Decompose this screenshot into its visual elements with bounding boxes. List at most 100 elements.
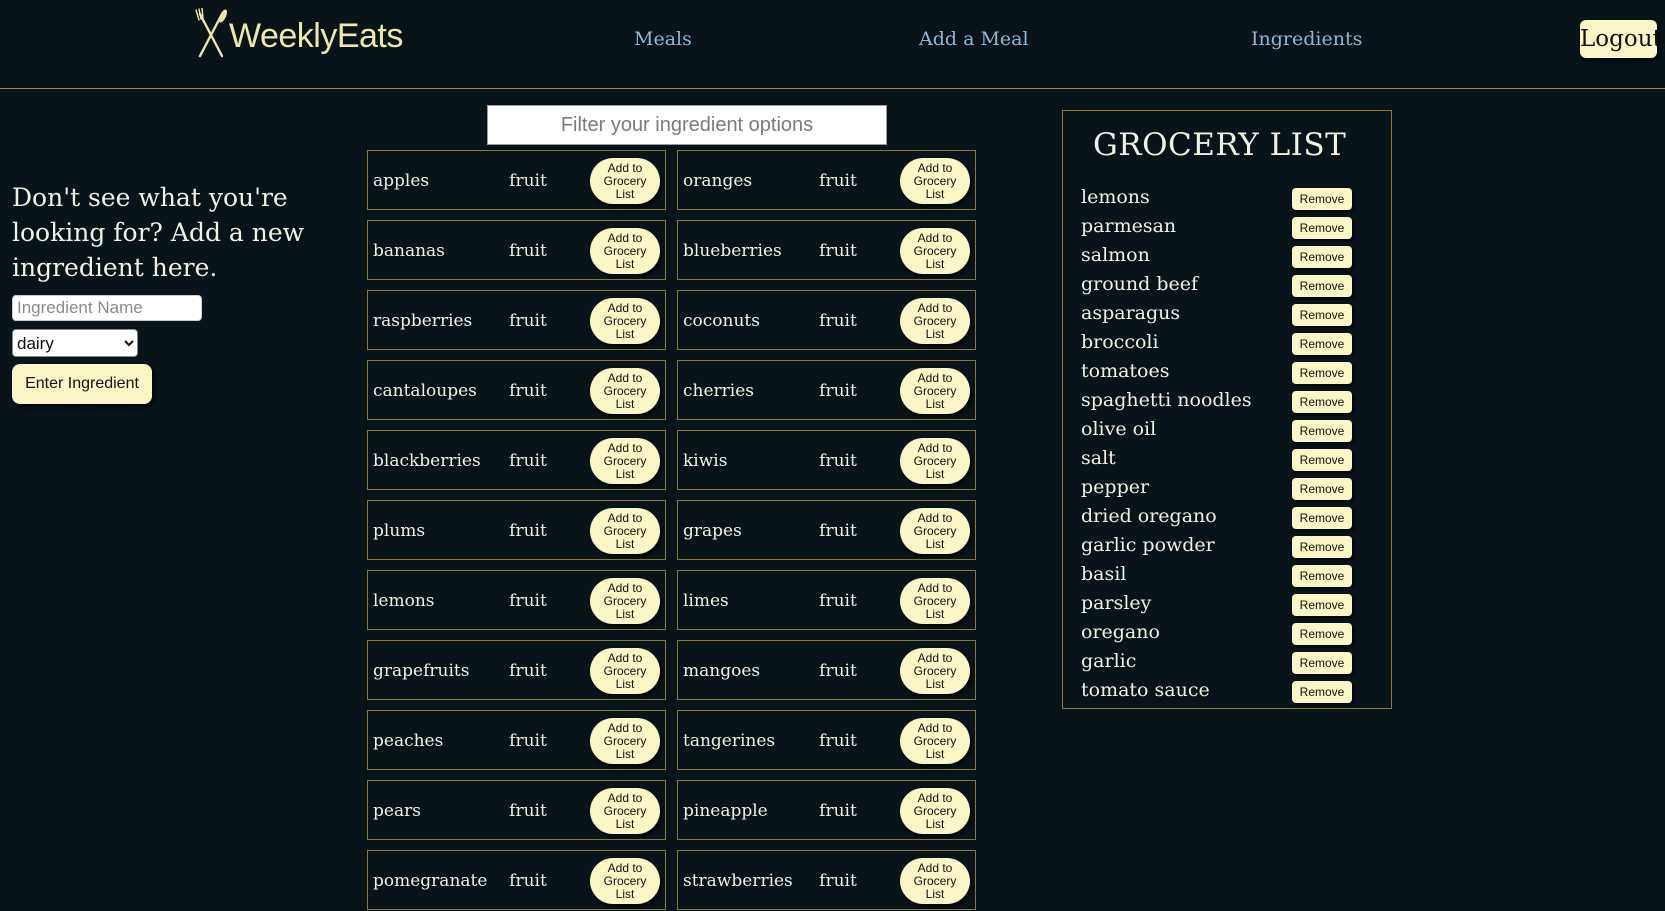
grocery-item-name: ground beef [1081, 273, 1199, 295]
ingredient-category: fruit [819, 591, 857, 611]
grocery-item-name: tomato sauce [1081, 679, 1210, 701]
grocery-item-name: oregano [1081, 621, 1160, 643]
remove-item-button[interactable]: Remove [1292, 304, 1352, 326]
remove-item-button[interactable]: Remove [1292, 275, 1352, 297]
ingredient-name: mangoes [683, 661, 761, 681]
ingredient-card: cantaloupes fruit Add to Grocery List [367, 360, 666, 420]
grocery-item-name: broccoli [1081, 331, 1159, 353]
add-to-grocery-list-button[interactable]: Add to Grocery List [900, 158, 970, 204]
add-to-grocery-list-button[interactable]: Add to Grocery List [590, 228, 660, 274]
add-to-grocery-list-button[interactable]: Add to Grocery List [590, 788, 660, 834]
add-ingredient-form: Don't see what you're looking for? Add a… [12, 180, 312, 404]
ingredient-category: fruit [819, 241, 857, 261]
ingredient-category: fruit [509, 661, 547, 681]
remove-item-button[interactable]: Remove [1292, 333, 1352, 355]
add-to-grocery-list-button[interactable]: Add to Grocery List [900, 508, 970, 554]
ingredient-category: fruit [819, 801, 857, 821]
ingredient-name-input[interactable] [12, 295, 202, 321]
remove-item-button[interactable]: Remove [1292, 652, 1352, 674]
add-to-grocery-list-button[interactable]: Add to Grocery List [590, 158, 660, 204]
remove-item-button[interactable]: Remove [1292, 362, 1352, 384]
ingredient-category: fruit [819, 871, 857, 891]
ingredient-name: lemons [373, 591, 435, 611]
remove-item-button[interactable]: Remove [1292, 681, 1352, 703]
ingredient-name: blackberries [373, 451, 481, 471]
ingredient-name: plums [373, 521, 426, 541]
ingredient-name: pineapple [683, 801, 768, 821]
add-to-grocery-list-button[interactable]: Add to Grocery List [900, 228, 970, 274]
ingredient-filter-input[interactable] [487, 105, 887, 145]
ingredient-name: apples [373, 171, 430, 191]
ingredient-category: fruit [509, 241, 547, 261]
add-to-grocery-list-button[interactable]: Add to Grocery List [590, 298, 660, 344]
ingredient-card: strawberries fruit Add to Grocery List [677, 850, 976, 910]
ingredient-name: oranges [683, 171, 753, 191]
grocery-list-item: garlic powder Remove [1081, 533, 1371, 562]
grocery-item-name: parsley [1081, 592, 1152, 614]
ingredient-category: fruit [819, 661, 857, 681]
add-to-grocery-list-button[interactable]: Add to Grocery List [590, 578, 660, 624]
add-to-grocery-list-button[interactable]: Add to Grocery List [590, 438, 660, 484]
add-to-grocery-list-button[interactable]: Add to Grocery List [590, 368, 660, 414]
remove-item-button[interactable]: Remove [1292, 536, 1352, 558]
grocery-item-name: tomatoes [1081, 360, 1170, 382]
grocery-list-item: tomato sauce Remove [1081, 678, 1371, 707]
ingredient-card: oranges fruit Add to Grocery List [677, 150, 976, 210]
ingredient-name: coconuts [683, 311, 760, 331]
add-to-grocery-list-button[interactable]: Add to Grocery List [900, 858, 970, 904]
fork-knife-icon [194, 7, 228, 64]
remove-item-button[interactable]: Remove [1292, 594, 1352, 616]
ingredient-card: pomegranate fruit Add to Grocery List [367, 850, 666, 910]
add-to-grocery-list-button[interactable]: Add to Grocery List [590, 858, 660, 904]
remove-item-button[interactable]: Remove [1292, 188, 1352, 210]
remove-item-button[interactable]: Remove [1292, 623, 1352, 645]
add-to-grocery-list-button[interactable]: Add to Grocery List [900, 438, 970, 484]
top-nav-bar: WeeklyEats Meals Add a Meal Ingredients … [0, 0, 1665, 89]
remove-item-button[interactable]: Remove [1292, 449, 1352, 471]
ingredient-card: grapefruits fruit Add to Grocery List [367, 640, 666, 700]
grocery-item-name: parmesan [1081, 215, 1177, 237]
enter-ingredient-button[interactable]: Enter Ingredient [12, 364, 152, 404]
ingredient-card: apples fruit Add to Grocery List [367, 150, 666, 210]
ingredient-category: fruit [509, 871, 547, 891]
add-to-grocery-list-button[interactable]: Add to Grocery List [590, 508, 660, 554]
ingredient-name: limes [683, 591, 729, 611]
ingredient-category: fruit [509, 381, 547, 401]
logo-text: WeeklyEats [229, 16, 403, 55]
ingredient-name: pears [373, 801, 421, 821]
add-to-grocery-list-button[interactable]: Add to Grocery List [900, 298, 970, 344]
remove-item-button[interactable]: Remove [1292, 391, 1352, 413]
ingredient-category: fruit [509, 451, 547, 471]
ingredient-category: fruit [509, 591, 547, 611]
add-to-grocery-list-button[interactable]: Add to Grocery List [900, 368, 970, 414]
grocery-item-name: garlic powder [1081, 534, 1215, 556]
add-to-grocery-list-button[interactable]: Add to Grocery List [590, 648, 660, 694]
grocery-list-item: spaghetti noodles Remove [1081, 388, 1371, 417]
logout-button[interactable]: Logout [1580, 20, 1662, 58]
grocery-item-name: pepper [1081, 476, 1150, 498]
add-to-grocery-list-button[interactable]: Add to Grocery List [900, 788, 970, 834]
add-to-grocery-list-button[interactable]: Add to Grocery List [900, 648, 970, 694]
add-to-grocery-list-button[interactable]: Add to Grocery List [590, 718, 660, 764]
remove-item-button[interactable]: Remove [1292, 507, 1352, 529]
ingredient-name: grapes [683, 521, 742, 541]
add-to-grocery-list-button[interactable]: Add to Grocery List [900, 578, 970, 624]
ingredient-card: blackberries fruit Add to Grocery List [367, 430, 666, 490]
remove-item-button[interactable]: Remove [1292, 217, 1352, 239]
grocery-list-item: lemons Remove [1081, 185, 1371, 214]
add-to-grocery-list-button[interactable]: Add to Grocery List [900, 718, 970, 764]
remove-item-button[interactable]: Remove [1292, 246, 1352, 268]
ingredient-grid: apples fruit Add to Grocery List oranges fru… [367, 150, 977, 910]
remove-item-button[interactable]: Remove [1292, 478, 1352, 500]
nav-link-ingredients[interactable]: Ingredients [1251, 28, 1362, 50]
grocery-list-item: basil Remove [1081, 562, 1371, 591]
ingredient-card: bananas fruit Add to Grocery List [367, 220, 666, 280]
nav-link-add-a-meal[interactable]: Add a Meal [919, 28, 1029, 50]
remove-item-button[interactable]: Remove [1292, 420, 1352, 442]
logo[interactable]: WeeklyEats [194, 7, 403, 64]
ingredient-name: kiwis [683, 451, 728, 471]
ingredient-category-select[interactable]: dairy [12, 329, 138, 357]
grocery-list-item: tomatoes Remove [1081, 359, 1371, 388]
remove-item-button[interactable]: Remove [1292, 565, 1352, 587]
nav-link-meals[interactable]: Meals [634, 28, 692, 50]
